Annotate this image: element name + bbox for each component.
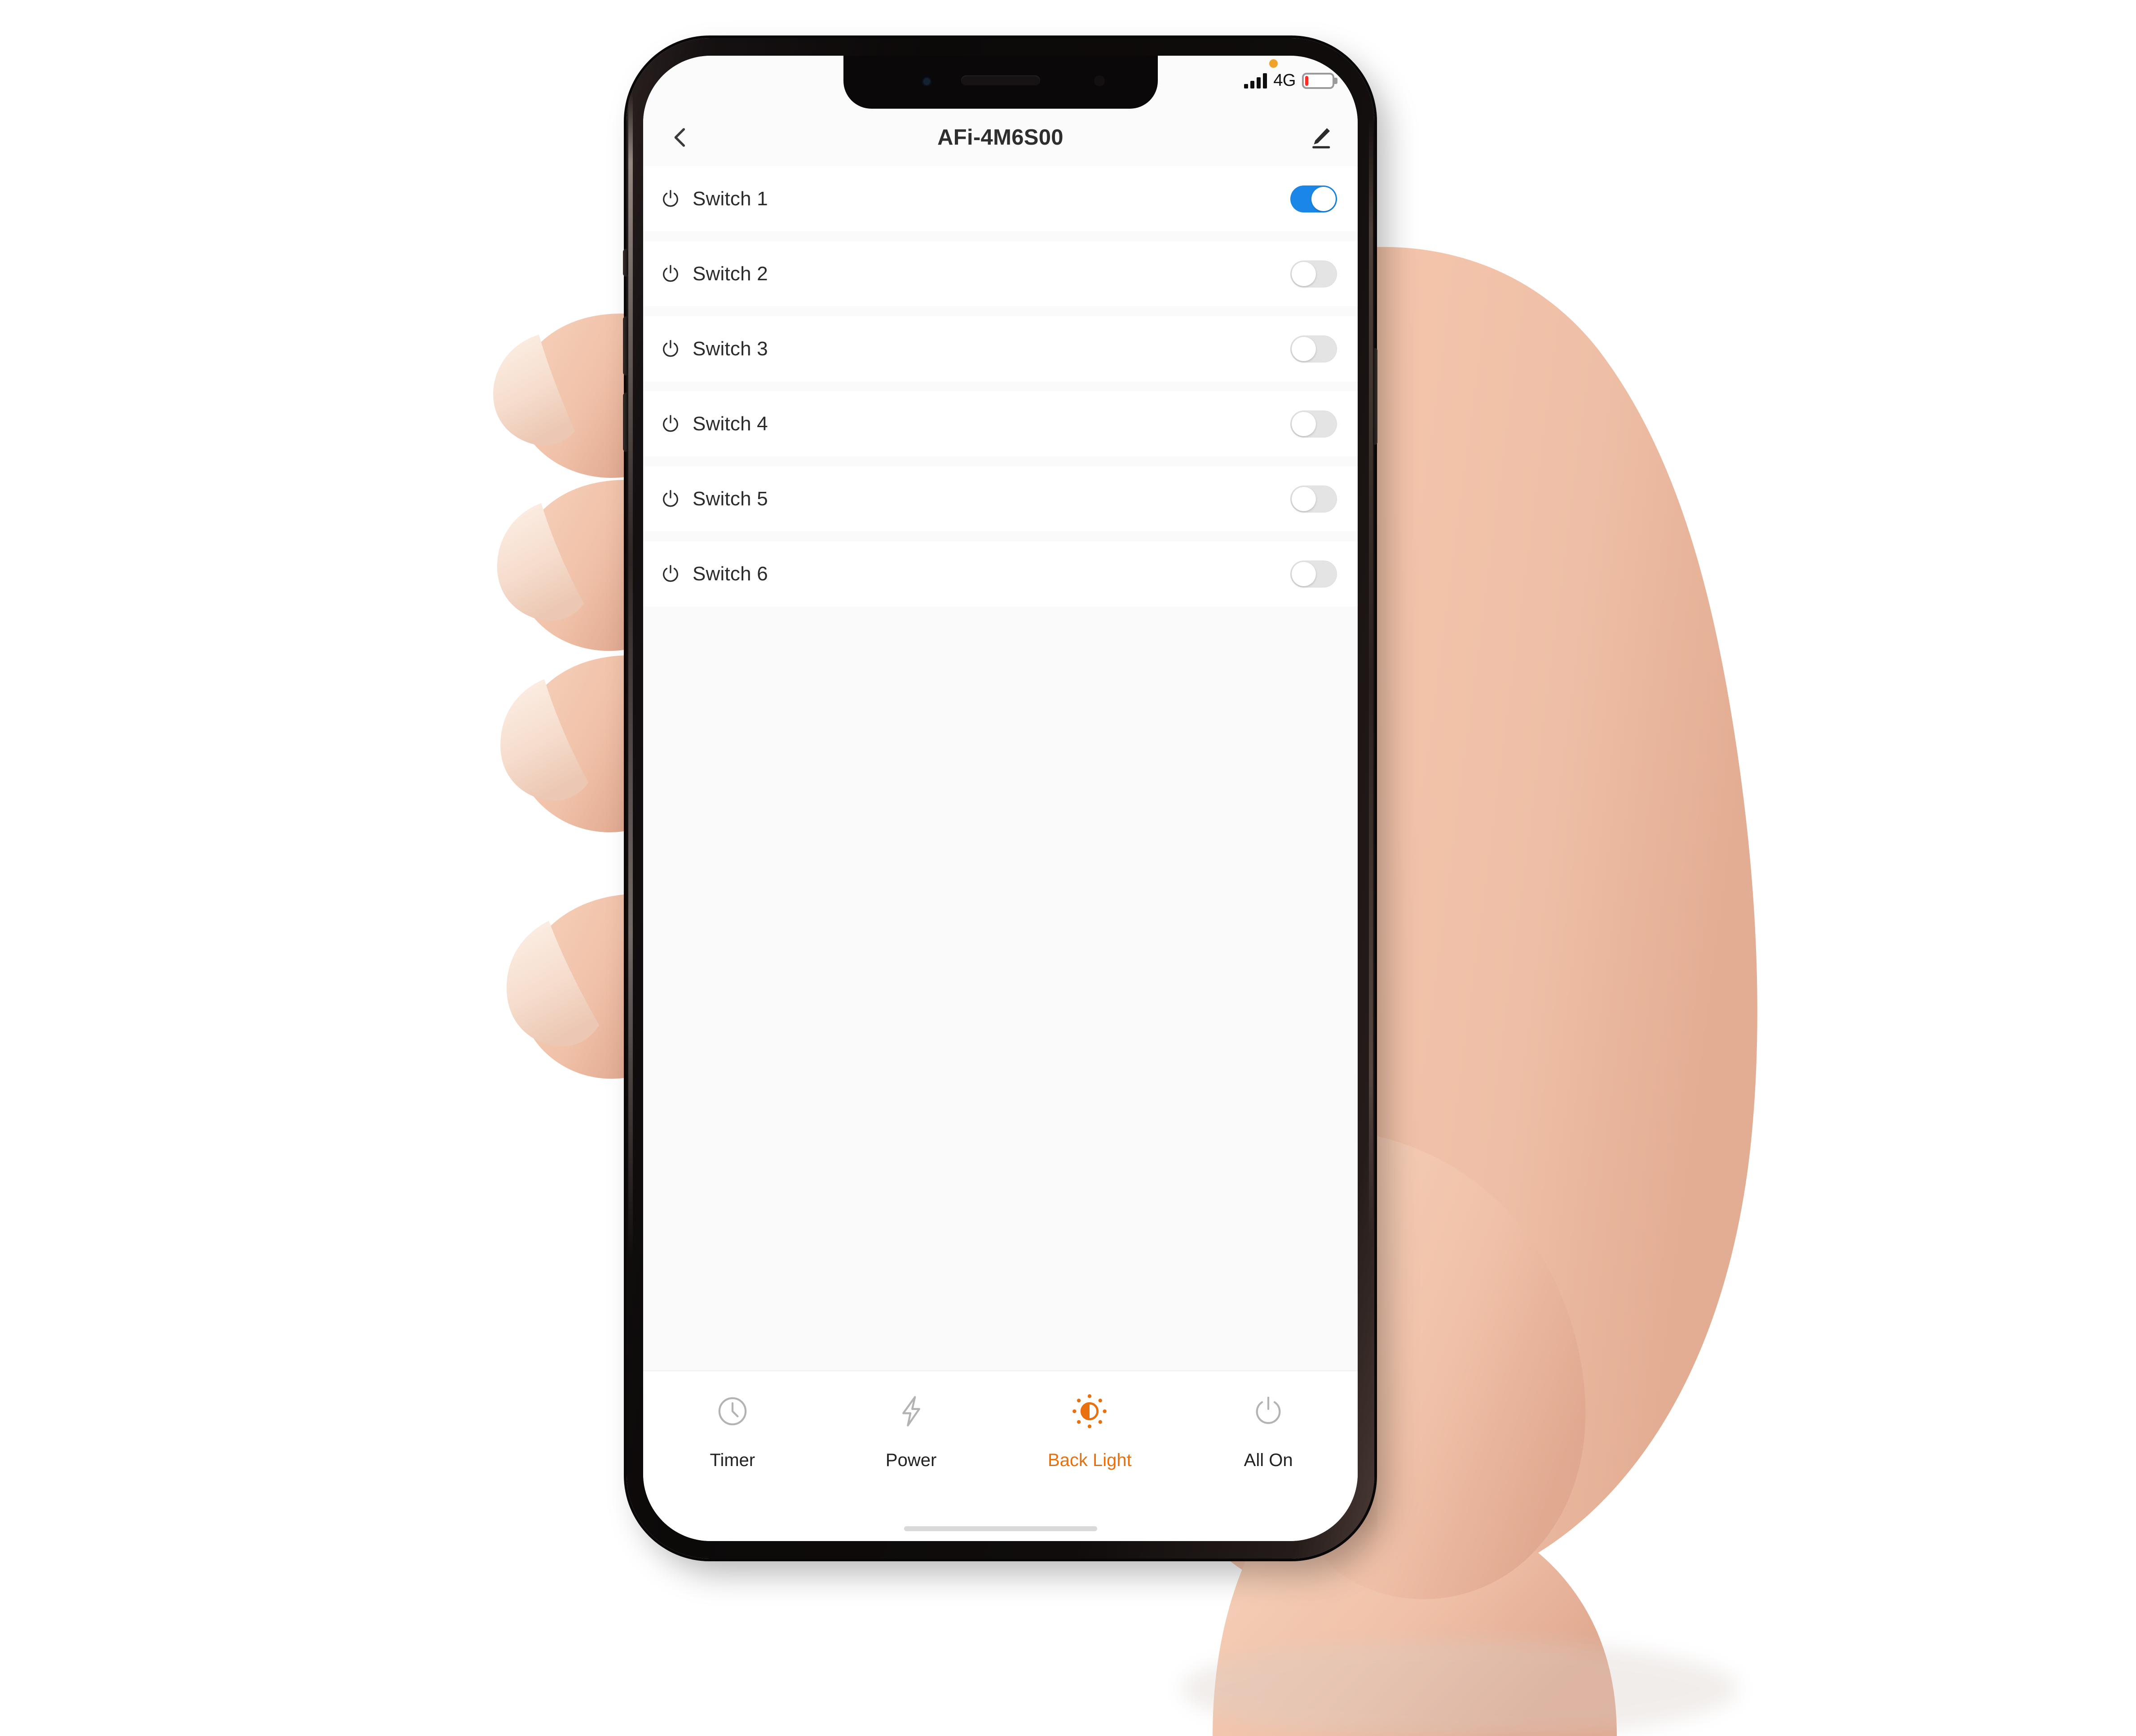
- phone-screen: 4G AFi-4M6S00 Switch 1 Switch 2 Switch 3…: [643, 56, 1358, 1541]
- edit-button[interactable]: [1304, 120, 1338, 155]
- tab-label: Power: [885, 1450, 937, 1470]
- switch-list: Switch 1 Switch 2 Switch 3 Switch 4 Swit…: [643, 166, 1358, 1370]
- power-icon: [663, 265, 678, 282]
- home-indicator[interactable]: [904, 1526, 1097, 1531]
- table-row[interactable]: Switch 1: [643, 166, 1358, 231]
- volume-down-button[interactable]: [623, 393, 628, 451]
- pencil-edit-icon: [1312, 128, 1330, 149]
- back-button[interactable]: [663, 120, 697, 155]
- notch: [843, 56, 1158, 109]
- battery-low-icon: [1302, 72, 1334, 89]
- phone-device: 4G AFi-4M6S00 Switch 1 Switch 2 Switch 3…: [623, 38, 1377, 1559]
- front-camera-icon: [1094, 75, 1105, 86]
- power-icon: [663, 340, 678, 357]
- volume-up-button[interactable]: [623, 317, 628, 375]
- power-icon: [663, 565, 678, 582]
- table-row[interactable]: Switch 2: [643, 241, 1358, 306]
- power-icon: [663, 415, 678, 432]
- tab-all-on[interactable]: All On: [1179, 1371, 1358, 1517]
- scene-root: 4G AFi-4M6S00 Switch 1 Switch 2 Switch 3…: [0, 0, 2136, 1736]
- switch-toggle[interactable]: [1290, 185, 1337, 212]
- tab-label: Back Light: [1047, 1450, 1132, 1470]
- switch-label: Switch 3: [693, 337, 768, 360]
- tab-timer[interactable]: Timer: [643, 1371, 822, 1517]
- orange-dot-icon: [1269, 59, 1278, 68]
- clock-icon: [718, 1397, 747, 1426]
- earpiece-speaker: [961, 75, 1040, 85]
- power-icon: [663, 190, 678, 207]
- proximity-sensor-icon: [923, 78, 930, 85]
- side-power-button[interactable]: [1373, 348, 1377, 445]
- network-type-label: 4G: [1273, 71, 1296, 90]
- switch-toggle[interactable]: [1290, 485, 1337, 512]
- tab-back-light[interactable]: Back Light: [1001, 1371, 1179, 1517]
- switch-toggle[interactable]: [1290, 335, 1337, 362]
- switch-toggle[interactable]: [1290, 410, 1337, 437]
- chevron-left-icon: [674, 128, 685, 147]
- switch-toggle[interactable]: [1290, 260, 1337, 287]
- table-row[interactable]: Switch 3: [643, 316, 1358, 381]
- power-icon: [663, 490, 678, 507]
- tab-label: All On: [1244, 1450, 1293, 1470]
- table-row[interactable]: Switch 6: [643, 541, 1358, 606]
- switch-label: Switch 4: [693, 412, 768, 435]
- tab-label: Timer: [710, 1450, 755, 1470]
- page-title: AFi-4M6S00: [937, 125, 1064, 150]
- nav-bar: AFi-4M6S00: [643, 109, 1358, 166]
- switch-label: Switch 6: [693, 562, 768, 585]
- switch-toggle[interactable]: [1290, 560, 1337, 588]
- table-row[interactable]: Switch 5: [643, 466, 1358, 531]
- bottom-tab-bar: Timer Power Back Light All On: [643, 1370, 1358, 1541]
- tab-power[interactable]: Power: [822, 1371, 1001, 1517]
- silent-switch[interactable]: [623, 249, 628, 276]
- switch-label: Switch 1: [693, 187, 768, 210]
- brightness-icon: [1072, 1394, 1107, 1428]
- signal-bars-icon: [1244, 73, 1267, 88]
- lightning-icon: [902, 1396, 920, 1427]
- switch-label: Switch 2: [693, 262, 768, 285]
- power-icon: [1256, 1396, 1281, 1424]
- switch-label: Switch 5: [693, 487, 768, 510]
- table-row[interactable]: Switch 4: [643, 391, 1358, 456]
